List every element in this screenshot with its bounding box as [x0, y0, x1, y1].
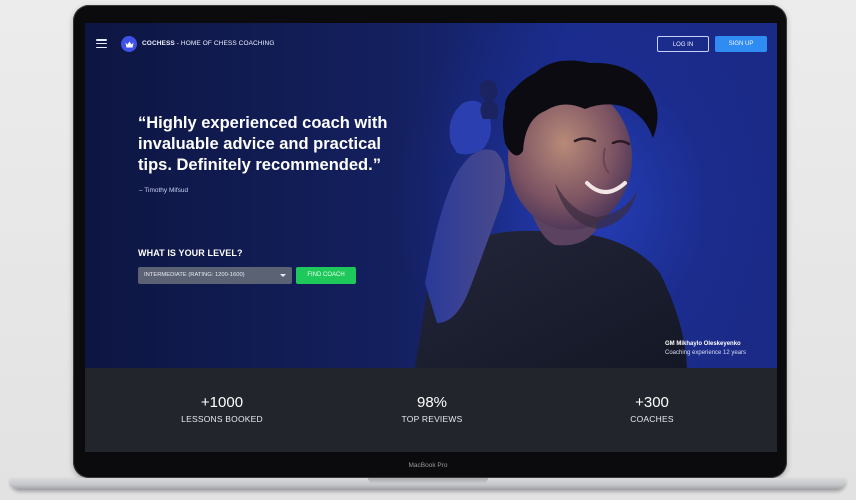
stat-coaches: +300 COACHES: [582, 394, 722, 425]
stat-label: LESSONS BOOKED: [181, 414, 263, 424]
coach-name: GM Mikhaylo Oleskeyenko: [665, 341, 741, 347]
testimonial-quote: “Highly experienced coach with invaluabl…: [138, 114, 388, 174]
stat-lessons: +1000 LESSONS BOOKED: [152, 394, 292, 425]
menu-icon[interactable]: [96, 39, 107, 48]
level-dropdown[interactable]: INTERMEDIATE (RATING: 1200-1600): [138, 267, 292, 284]
brand-name: COCHESS: [142, 40, 175, 47]
crown-logo-icon[interactable]: [121, 36, 137, 52]
brand-tagline: - HOME OF CHESS COACHING: [174, 40, 275, 47]
level-question: WHAT IS YOUR LEVEL?: [138, 248, 243, 258]
top-navigation: COCHESS - HOME OF CHESS COACHING LOG IN …: [85, 23, 777, 67]
stats-bar: +1000 LESSONS BOOKED 98% TOP REVIEWS +30…: [85, 368, 777, 452]
crown-glyph: [125, 41, 133, 47]
stat-label: COACHES: [630, 414, 674, 424]
stat-reviews: 98% TOP REVIEWS: [362, 394, 502, 425]
laptop-notch: [368, 478, 488, 483]
find-coach-button[interactable]: FIND COACH: [296, 267, 356, 284]
stat-value: +1000: [200, 394, 244, 411]
signup-button[interactable]: SIGN UP: [715, 36, 767, 52]
testimonial-author: – Timothy Mifsud: [139, 187, 189, 194]
level-selected-value: INTERMEDIATE (RATING: 1200-1600): [144, 272, 245, 278]
stat-value: +300: [635, 394, 669, 411]
stat-label: TOP REVIEWS: [401, 414, 463, 424]
login-button[interactable]: LOG IN: [657, 36, 709, 52]
laptop-screen: COCHESS - HOME OF CHESS COACHING LOG IN …: [85, 23, 777, 452]
coach-photo: [415, 60, 687, 368]
coach-experience: Coaching experience 12 years: [665, 350, 747, 356]
hero-section: COCHESS - HOME OF CHESS COACHING LOG IN …: [85, 23, 777, 368]
product-mockup: COCHESS - HOME OF CHESS COACHING LOG IN …: [0, 0, 856, 500]
chevron-down-icon: [280, 274, 286, 277]
device-model-label: MacBook Pro: [408, 462, 448, 469]
brand-title[interactable]: COCHESS - HOME OF CHESS COACHING: [142, 40, 275, 47]
stat-value: 98%: [416, 394, 448, 411]
